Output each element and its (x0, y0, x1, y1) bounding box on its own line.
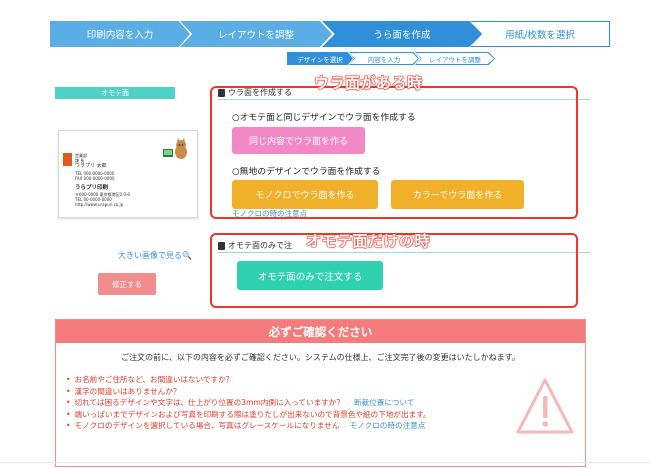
monochrome-caution-link[interactable]: モノクロの時の注意点 (349, 421, 425, 430)
annotation-with-back: ウラ面がある時 (314, 74, 423, 93)
card-url: http://www.urapuri.co.jp (75, 202, 124, 207)
step-bar: 印刷内容を入力 レイアウトを調整 うら面を作成 用紙/枚数を選択 (50, 21, 610, 47)
list-item: お名前やご住所など、お間違いはないですか？ (66, 374, 431, 386)
step-adjust-layout[interactable]: レイアウトを調整 (180, 21, 332, 47)
business-card-preview: 営業部 課 長 ウラプリ 太郎 TEL 000-0000-0000 FAX 00… (58, 130, 198, 218)
card-logo-mark (63, 153, 72, 166)
trim-position-link[interactable]: 断裁位置について (354, 398, 415, 407)
list-item: 切れては困るデザインや文字は、仕上がり位置の3mm内側に入っていますか？ 断裁位置… (66, 397, 431, 409)
step-select-paper[interactable]: 用紙/枚数を選択 (471, 22, 609, 46)
confirm-item-text: お名前やご住所など、お間違いはないですか？ (74, 375, 234, 384)
list-item: 端いっぱいまでデザインおよび写真を印刷する際は塗りたしが出来ないので背景色や紙の… (66, 409, 431, 421)
confirm-box: 必ずご確認ください ご注文の前に、以下の内容を必ずご確認ください。システムの仕様… (55, 319, 586, 467)
annotation-front-only: オモテ面だけの時 (305, 232, 431, 251)
large-image-link[interactable]: 大きい画像で見る🔍 (118, 250, 192, 261)
large-image-link-label: 大きい画像で見る (118, 251, 182, 260)
list-item: モノクロのデザインを選択している場合、写真はグレースケールになりませんモノクロの… (66, 420, 431, 432)
step-create-back[interactable]: うら面を作成 (322, 21, 482, 47)
list-item: 漢字の間違いはありませんか？ (66, 386, 431, 398)
page-bottom-divider (0, 462, 650, 463)
confirm-intro: ご注文の前に、以下の内容を必ずご確認ください。システムの仕様上、ご注文完了後の変… (121, 353, 520, 362)
card-fax: FAX 000-0000-0000 (75, 176, 115, 181)
substep-adjust-layout[interactable]: レイアウトを調整 (415, 52, 495, 65)
confirm-list: お名前やご住所など、お間違いはないですか？ 漢字の間違いはありませんか？ 切れて… (66, 374, 431, 432)
card-name: ウラプリ 太郎 (75, 163, 107, 169)
card-company: うらプリ印刷 (75, 185, 109, 191)
step-input-content[interactable]: 印刷内容を入力 (50, 21, 190, 47)
substep-select-design[interactable]: デザインを選択 (287, 52, 353, 65)
confirm-item-text: 切れては困るデザインや文字は、仕上がり位置の3mm内側に入っていますか？ (74, 398, 344, 408)
confirm-title: 必ずご確認ください (56, 320, 585, 343)
confirm-item-text: 端いっぱいまでデザインおよび写真を印刷する際は塗りたしが出来ないので背景色や紙の… (74, 409, 431, 419)
confirm-item-text: モノクロのデザインを選択している場合、写真はグレースケールになりません (74, 421, 340, 431)
substep-input-content[interactable]: 内容を入力 (349, 52, 419, 65)
magnifier-icon: 🔍 (182, 251, 192, 260)
fix-button[interactable]: 修正する (98, 273, 156, 295)
annotation-box-with-back (210, 86, 578, 219)
cat-illustration-icon (163, 138, 187, 159)
substep-label: 内容を入力 (350, 53, 418, 64)
front-side-label: オモテ面 (55, 87, 175, 99)
substep-label: レイアウトを調整 (416, 53, 494, 64)
warning-icon (516, 378, 574, 434)
confirm-item-text: 漢字の間違いはありませんか？ (74, 386, 181, 396)
